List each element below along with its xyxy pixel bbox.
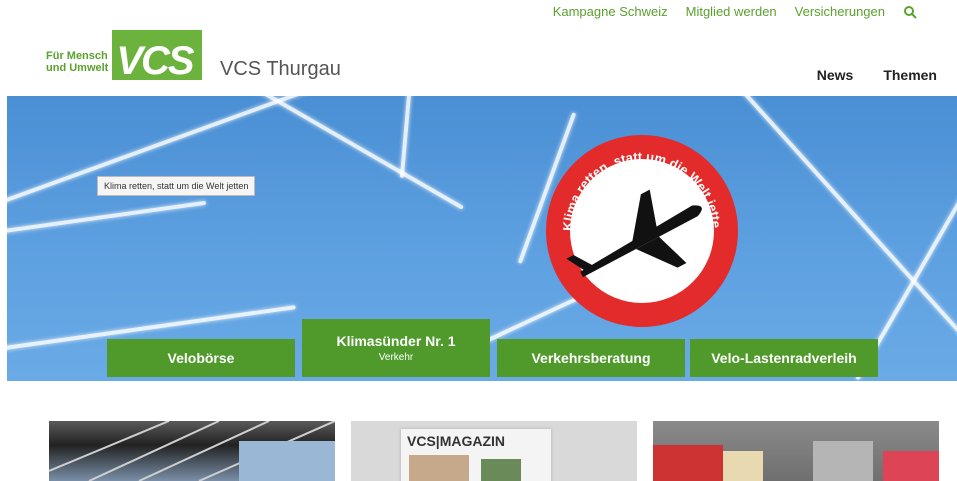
- teaser-card-magazin[interactable]: VCS|MAGAZIN: [351, 421, 637, 481]
- teaser-card-demo[interactable]: [653, 421, 939, 481]
- teaser-card-station[interactable]: [49, 421, 335, 481]
- tile-veloboerse[interactable]: Velobörse: [107, 339, 295, 377]
- no-flying-sign: Klima retten, statt um die Welt jetten: [542, 131, 738, 327]
- contrail: [721, 96, 957, 368]
- logo-mark: VCS: [112, 30, 203, 83]
- topnav-link-kampagne[interactable]: Kampagne Schweiz: [553, 4, 668, 19]
- main-navigation: News Themen: [817, 67, 937, 83]
- contrail: [399, 96, 415, 178]
- top-navigation: Kampagne Schweiz Mitglied werden Versich…: [553, 4, 917, 19]
- topnav-link-mitglied[interactable]: Mitglied werden: [686, 4, 777, 19]
- site-name[interactable]: VCS Thurgau: [220, 58, 341, 81]
- nav-item-themen[interactable]: Themen: [883, 67, 937, 83]
- search-icon[interactable]: [903, 5, 917, 19]
- teaser-cards: VCS|MAGAZIN: [49, 421, 939, 481]
- logo-claim: Für Mensch und Umwelt: [46, 50, 109, 74]
- hero-banner: Klima retten, statt um die Welt jetten K…: [7, 96, 957, 381]
- topnav-link-versicherungen[interactable]: Versicherungen: [795, 4, 885, 19]
- magazine-title: VCS|MAGAZIN: [407, 433, 506, 449]
- tile-klimasuender[interactable]: Klimasünder Nr. 1 Verkehr: [302, 319, 490, 377]
- nav-item-news[interactable]: News: [817, 67, 854, 83]
- hero-tooltip: Klima retten, statt um die Welt jetten: [97, 176, 256, 196]
- tile-lastenradverleih[interactable]: Velo-Lastenradverleih: [690, 339, 878, 377]
- contrail: [7, 200, 207, 236]
- vcs-logo[interactable]: Für Mensch und Umwelt VCS: [46, 30, 203, 83]
- tile-verkehrsberatung[interactable]: Verkehrsberatung: [497, 339, 685, 377]
